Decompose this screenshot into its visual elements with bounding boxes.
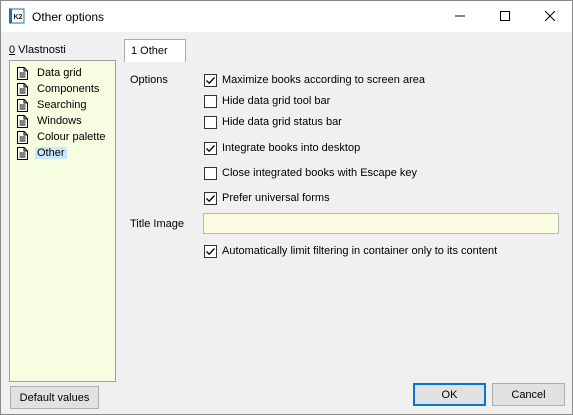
tree-item-label: Components [37, 83, 100, 95]
checkbox-hide-toolbar[interactable]: Hide data grid tool bar [204, 94, 330, 108]
tree-item-searching[interactable]: Searching [15, 97, 90, 113]
tree-item-label: Searching [37, 99, 87, 111]
checkbox-auto-limit-filtering[interactable]: Automatically limit filtering in contain… [204, 244, 497, 258]
checkmark-icon [206, 76, 215, 84]
tab-vlastnosti[interactable]: 0 Vlastnosti [9, 44, 66, 56]
document-icon [17, 66, 28, 80]
tab-vlastnosti-label: Vlastnosti [15, 44, 66, 56]
checkbox-box[interactable] [204, 73, 217, 87]
checkbox-label: Prefer universal forms [222, 192, 330, 204]
category-tree[interactable]: Data grid Components Searching Windows C… [9, 60, 116, 382]
document-icon [17, 146, 28, 160]
title-image-label: Title Image [130, 218, 185, 230]
tree-item-other[interactable]: Other [15, 145, 70, 161]
svg-text:K2: K2 [14, 14, 23, 21]
checkbox-label: Close integrated books with Escape key [222, 167, 418, 179]
checkbox-label: Hide data grid tool bar [222, 95, 331, 107]
window-title: Other options [32, 10, 105, 24]
checkbox-label: Integrate books into desktop [222, 142, 361, 154]
checkbox-box[interactable] [204, 166, 217, 180]
document-icon [17, 130, 28, 144]
maximize-button[interactable] [482, 1, 527, 31]
maximize-icon [499, 11, 510, 21]
checkbox-box[interactable] [204, 141, 217, 155]
cancel-button[interactable]: Cancel [492, 383, 565, 406]
close-icon [544, 11, 555, 21]
minimize-icon [454, 15, 465, 17]
checkbox-label: Hide data grid status bar [222, 116, 342, 128]
tree-item-windows[interactable]: Windows [15, 113, 85, 129]
checkbox-box[interactable] [204, 115, 217, 129]
checkbox-integrate-books[interactable]: Integrate books into desktop [204, 141, 360, 155]
options-dialog: K2 Other options 0 Vlastnosti Data grid [0, 0, 573, 415]
checkbox-maximize-books[interactable]: Maximize books according to screen area [204, 73, 425, 87]
checkmark-icon [206, 247, 215, 255]
tree-item-label: Windows [37, 115, 82, 127]
minimize-button[interactable] [437, 1, 482, 31]
title-bar[interactable]: K2 Other options [1, 1, 572, 32]
checkbox-close-escape[interactable]: Close integrated books with Escape key [204, 166, 417, 180]
close-button[interactable] [527, 1, 572, 31]
tree-item-data-grid[interactable]: Data grid [15, 65, 85, 81]
tree-item-colour-palette[interactable]: Colour palette [15, 129, 109, 145]
checkbox-box[interactable] [204, 94, 217, 108]
checkbox-box[interactable] [204, 191, 217, 205]
tree-item-label: Colour palette [37, 131, 106, 143]
title-image-field[interactable] [203, 213, 559, 234]
tree-item-label: Other [35, 147, 67, 159]
tab-other-label: 1 Other [131, 45, 168, 57]
default-values-button[interactable]: Default values [10, 386, 99, 409]
document-icon [17, 114, 28, 128]
checkmark-icon [206, 144, 215, 152]
checkbox-label: Maximize books according to screen area [222, 74, 425, 86]
tree-item-label: Data grid [37, 67, 82, 79]
checkmark-icon [206, 194, 215, 202]
checkbox-hide-statusbar[interactable]: Hide data grid status bar [204, 115, 342, 129]
checkbox-label: Automatically limit filtering in contain… [222, 245, 498, 257]
document-icon [17, 98, 28, 112]
options-label: Options [130, 74, 168, 86]
k2-app-icon: K2 [8, 8, 25, 24]
checkbox-universal-forms[interactable]: Prefer universal forms [204, 191, 330, 205]
tab-other[interactable]: 1 Other [124, 39, 186, 62]
document-icon [17, 82, 28, 96]
tree-item-components[interactable]: Components [15, 81, 102, 97]
checkbox-box[interactable] [204, 244, 217, 258]
ok-button[interactable]: OK [413, 383, 486, 406]
